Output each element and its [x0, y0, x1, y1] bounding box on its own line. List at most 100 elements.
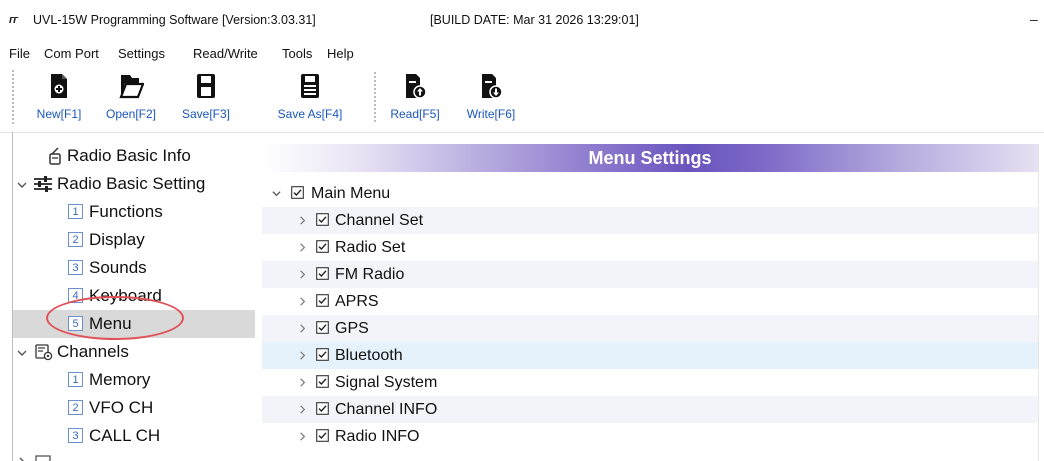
chevron-right-icon[interactable]: [297, 296, 308, 307]
menu-item-aprs[interactable]: APRS: [262, 288, 1038, 315]
menu-item-label: GPS: [335, 320, 369, 337]
tree-item-display[interactable]: 2 Display: [13, 226, 255, 254]
menu-item-gps[interactable]: GPS: [262, 315, 1038, 342]
tree-item-vfo-ch[interactable]: 2 VFO CH: [13, 394, 255, 422]
tree-item-channels[interactable]: Channels: [13, 338, 255, 366]
checkbox-checked-icon[interactable]: [316, 294, 329, 307]
menu-file[interactable]: File: [9, 46, 30, 61]
number-4-icon: 4: [68, 288, 83, 303]
chevron-right-icon[interactable]: [297, 269, 308, 280]
checkbox-checked-icon[interactable]: [316, 429, 329, 442]
number-2-icon: 2: [68, 400, 83, 415]
open-label: Open[F2]: [105, 107, 157, 121]
save-label: Save[F3]: [181, 107, 231, 121]
navigation-tree: Radio Basic Info Radio Basic Setting 1 F…: [13, 133, 256, 461]
read-upload-icon: [406, 74, 427, 99]
menu-item-label: Channel Set: [335, 212, 424, 229]
tree-item-keyboard[interactable]: 4 Keyboard: [13, 282, 255, 310]
menu-help[interactable]: Help: [327, 46, 354, 61]
tree-item-memory[interactable]: 1 Memory: [13, 366, 255, 394]
menu-tree-root[interactable]: Main Menu: [262, 180, 1038, 207]
tree-item-menu[interactable]: 5 Menu: [13, 310, 255, 338]
read-label: Read[F5]: [390, 107, 440, 121]
chevron-right-icon[interactable]: [297, 242, 308, 253]
checkbox-checked-icon[interactable]: [316, 348, 329, 361]
menu-item-radio-info[interactable]: Radio INFO: [262, 423, 1038, 450]
tree-item-partial[interactable]: [13, 450, 255, 461]
menu-tools[interactable]: Tools: [282, 46, 312, 61]
chevron-down-icon[interactable]: [271, 188, 282, 199]
app-logo-icon: ᴦᴦ: [9, 14, 18, 26]
folder-icon: [35, 455, 51, 461]
menu-item-radio-set[interactable]: Radio Set: [262, 234, 1038, 261]
chevron-right-icon[interactable]: [297, 431, 308, 442]
menu-item-label: Bluetooth: [335, 347, 403, 364]
chevron-right-icon[interactable]: [297, 323, 308, 334]
tree-label-sounds: Sounds: [89, 258, 147, 277]
menu-item-channel-info[interactable]: Channel INFO: [262, 396, 1038, 423]
chevron-right-icon[interactable]: [297, 215, 308, 226]
new-button[interactable]: New[F1]: [24, 70, 94, 124]
save-button[interactable]: Save[F3]: [168, 70, 244, 124]
chevron-down-icon[interactable]: [16, 179, 28, 191]
tree-label-call-ch: CALL CH: [89, 426, 161, 445]
menu-item-channel-set[interactable]: Channel Set: [262, 207, 1038, 234]
checkbox-checked-icon[interactable]: [316, 267, 329, 280]
toolbar-separator: [374, 72, 376, 122]
checkbox-checked-icon[interactable]: [316, 402, 329, 415]
save-as-label: Save As[F4]: [277, 107, 343, 121]
chevron-down-icon[interactable]: [16, 347, 28, 359]
write-button[interactable]: Write[F6]: [458, 70, 524, 124]
tree-item-call-ch[interactable]: 3 CALL CH: [13, 422, 255, 450]
chevron-right-icon[interactable]: [297, 404, 308, 415]
menu-item-fm-radio[interactable]: FM Radio: [262, 261, 1038, 288]
menu-item-bluetooth[interactable]: Bluetooth: [262, 342, 1038, 369]
panel-header: Menu Settings: [262, 144, 1038, 172]
menu-item-label: Radio Set: [335, 239, 406, 256]
number-2-icon: 2: [68, 232, 83, 247]
minimize-button[interactable]: –: [1030, 11, 1038, 27]
channels-settings-icon: [35, 344, 53, 361]
tree-label-vfo-ch: VFO CH: [89, 398, 154, 417]
number-1-icon: 1: [68, 372, 83, 387]
number-1-icon: 1: [68, 204, 83, 219]
save-as-floppy-icon: [301, 74, 319, 98]
menu-item-label: APRS: [335, 293, 379, 310]
write-label: Write[F6]: [466, 107, 516, 121]
menu-item-label: Channel INFO: [335, 401, 438, 418]
checkbox-checked-icon[interactable]: [316, 321, 329, 334]
tree-item-functions[interactable]: 1 Functions: [13, 198, 255, 226]
checkbox-checked-icon[interactable]: [316, 240, 329, 253]
chevron-right-icon[interactable]: [297, 377, 308, 388]
open-button[interactable]: Open[F2]: [96, 70, 166, 124]
tree-item-radio-basic-setting[interactable]: Radio Basic Setting: [13, 170, 255, 198]
tree-label-functions: Functions: [89, 202, 163, 221]
menu-bar: File Com Port Settings Read/Write Tools …: [0, 42, 1044, 64]
menu-settings[interactable]: Settings: [118, 46, 165, 61]
menu-item-label: Radio INFO: [335, 428, 420, 445]
tree-item-radio-basic-info[interactable]: Radio Basic Info: [13, 142, 255, 170]
toolbar-grip[interactable]: [12, 70, 17, 124]
checkbox-checked-icon[interactable]: [316, 375, 329, 388]
tree-label-menu: Menu: [89, 314, 132, 333]
checkbox-checked-icon[interactable]: [291, 186, 304, 199]
write-download-icon: [482, 74, 503, 99]
chevron-right-icon[interactable]: [297, 350, 308, 361]
tree-item-sounds[interactable]: 3 Sounds: [13, 254, 255, 282]
read-button[interactable]: Read[F5]: [382, 70, 448, 124]
build-date: [BUILD DATE: Mar 31 2026 13:29:01]: [430, 13, 639, 27]
tree-label-memory: Memory: [89, 370, 151, 389]
radio-info-icon: [49, 147, 61, 165]
tree-label-radio-basic-setting: Radio Basic Setting: [57, 174, 206, 193]
panel-title: Menu Settings: [588, 148, 712, 168]
menu-com-port[interactable]: Com Port: [44, 46, 99, 61]
window-title: UVL-15W Programming Software [Version:3.…: [33, 13, 316, 27]
checkbox-checked-icon[interactable]: [316, 213, 329, 226]
tree-label-display: Display: [89, 230, 145, 249]
sliders-icon: [34, 176, 52, 192]
menu-read-write[interactable]: Read/Write: [193, 46, 258, 61]
menu-root-label: Main Menu: [311, 185, 391, 202]
save-as-button[interactable]: Save As[F4]: [268, 70, 352, 124]
chevron-right-icon[interactable]: [16, 456, 28, 461]
menu-item-signal-system[interactable]: Signal System: [262, 369, 1038, 396]
